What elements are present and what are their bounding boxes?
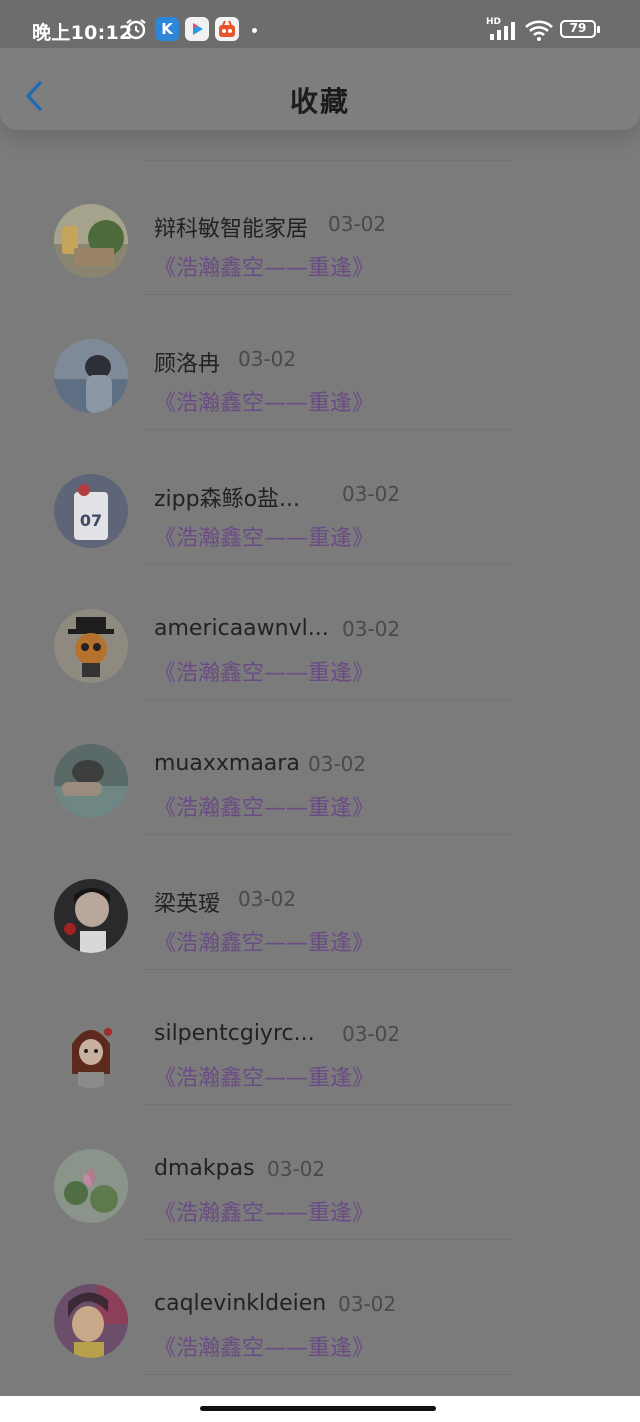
list-item[interactable]: 梁英瑷 03-02 《浩瀚鑫空——重逢》: [0, 835, 640, 970]
status-time: 晚上10:12: [32, 22, 133, 44]
avatar[interactable]: [54, 339, 128, 413]
list-item[interactable]: dmakpas 03-02 《浩瀚鑫空——重逢》: [0, 1105, 640, 1240]
battery-icon: 79: [560, 20, 600, 38]
user-name: 顾洛冉: [154, 352, 221, 377]
user-name: zipp森鲧o盐...: [154, 487, 301, 512]
user-name: americaawnvl...: [154, 616, 329, 641]
list-item[interactable]: 07 zipp森鲧o盐... 03-02 《浩瀚鑫空——重逢》: [0, 430, 640, 565]
list-item[interactable]: caqlevinkldeien 03-02 《浩瀚鑫空——重逢》: [0, 1240, 640, 1375]
navigation-bar: [0, 1396, 640, 1422]
user-name: 梁英瑷: [154, 892, 221, 917]
signal-icon: [488, 20, 518, 46]
avatar[interactable]: [54, 1149, 128, 1223]
item-date: 03-02: [238, 347, 297, 371]
avatar[interactable]: [54, 879, 128, 953]
item-date: 03-02: [267, 1157, 326, 1181]
page-title: 收藏: [289, 85, 350, 118]
list-item[interactable]: 辩科敏智能家居 03-02 《浩瀚鑫空——重逢》: [0, 160, 640, 295]
status-bar: 晚上10:12 K HD 79: [0, 0, 640, 48]
work-title[interactable]: 《浩瀚鑫空——重逢》: [154, 1195, 374, 1227]
work-title[interactable]: 《浩瀚鑫空——重逢》: [154, 520, 374, 552]
notification-dot-icon: [252, 28, 257, 33]
avatar[interactable]: [54, 1284, 128, 1358]
list-item[interactable]: silpentcgiyrc... 03-02 《浩瀚鑫空——重逢》: [0, 970, 640, 1105]
battery-level: 79: [569, 21, 587, 35]
avatar[interactable]: [54, 1014, 128, 1088]
alarm-icon: [124, 17, 148, 41]
svg-text:K: K: [161, 20, 174, 38]
divider: [143, 1374, 513, 1375]
user-name: muaxxmaara: [154, 751, 300, 776]
list-item[interactable]: americaawnvl... 03-02 《浩瀚鑫空——重逢》: [0, 565, 640, 700]
work-title[interactable]: 《浩瀚鑫空——重逢》: [154, 1060, 374, 1092]
svg-text:07: 07: [80, 511, 102, 530]
item-date: 03-02: [238, 887, 297, 911]
list-item[interactable]: muaxxmaara 03-02 《浩瀚鑫空——重逢》: [0, 700, 640, 835]
kugou-app-icon: K: [155, 17, 179, 41]
user-name: silpentcgiyrc...: [154, 1021, 315, 1046]
user-name: caqlevinkldeien: [154, 1291, 327, 1316]
work-title[interactable]: 《浩瀚鑫空——重逢》: [154, 385, 374, 417]
list-item[interactable]: 顾洛冉 03-02 《浩瀚鑫空——重逢》: [0, 295, 640, 430]
work-title[interactable]: 《浩瀚鑫空——重逢》: [154, 925, 374, 957]
item-date: 03-02: [308, 752, 367, 776]
item-date: 03-02: [328, 212, 387, 236]
item-date: 03-02: [338, 1292, 397, 1316]
avatar[interactable]: 07: [54, 474, 128, 548]
wifi-icon: [524, 18, 554, 46]
avatar[interactable]: [54, 744, 128, 818]
work-title[interactable]: 《浩瀚鑫空——重逢》: [154, 250, 374, 282]
user-name: dmakpas: [154, 1156, 255, 1181]
item-date: 03-02: [342, 1022, 401, 1046]
taobao-app-icon: [215, 17, 239, 41]
work-title[interactable]: 《浩瀚鑫空——重逢》: [154, 1330, 374, 1362]
work-title[interactable]: 《浩瀚鑫空——重逢》: [154, 655, 374, 687]
page-header: 收藏: [0, 48, 640, 130]
avatar[interactable]: [54, 609, 128, 683]
home-indicator[interactable]: [200, 1406, 436, 1411]
item-date: 03-02: [342, 617, 401, 641]
item-date: 03-02: [342, 482, 401, 506]
user-name: 辩科敏智能家居: [154, 217, 309, 242]
avatar[interactable]: [54, 204, 128, 278]
work-title[interactable]: 《浩瀚鑫空——重逢》: [154, 790, 374, 822]
video-app-icon: [185, 17, 209, 41]
